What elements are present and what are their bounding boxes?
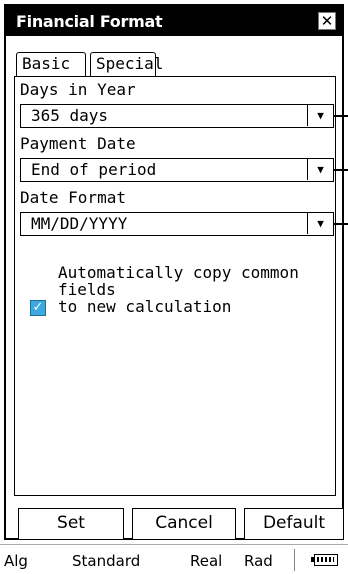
title-bar: Financial Format ✕: [6, 6, 342, 36]
date-format-select[interactable]: MM/DD/YYYY ▼: [20, 212, 334, 236]
auto-copy-checkbox[interactable]: ✓: [30, 300, 46, 316]
chevron-down-icon[interactable]: ▼: [307, 105, 333, 126]
default-button[interactable]: Default: [244, 508, 344, 540]
days-in-year-select[interactable]: 365 days ▼: [20, 104, 334, 128]
payment-date-label: Payment Date: [20, 134, 136, 153]
status-angle[interactable]: Rad: [244, 552, 273, 570]
close-icon[interactable]: ✕: [318, 12, 336, 30]
dialog-title: Financial Format: [16, 12, 163, 31]
date-format-value: MM/DD/YYYY: [31, 214, 128, 233]
pointer-line: [334, 115, 348, 117]
cancel-button[interactable]: Cancel: [132, 508, 236, 540]
payment-date-value: End of period: [31, 160, 157, 179]
auto-copy-label-line1: Automatically copy common fields: [58, 263, 299, 299]
pointer-line: [334, 169, 348, 171]
pointer-line: [334, 223, 348, 225]
tab-special[interactable]: Special: [90, 52, 163, 76]
status-number[interactable]: Real: [190, 552, 222, 570]
status-bar: Alg Standard Real Rad: [0, 544, 348, 574]
status-display[interactable]: Standard: [72, 552, 140, 570]
status-mode[interactable]: Alg: [4, 552, 28, 570]
tab-basic[interactable]: Basic: [16, 52, 86, 76]
financial-format-dialog: Financial Format ✕ Basic Special Days in…: [4, 4, 348, 540]
status-divider: [294, 549, 295, 571]
days-in-year-value: 365 days: [31, 106, 109, 125]
chevron-down-icon[interactable]: ▼: [307, 213, 333, 234]
date-format-label: Date Format: [20, 188, 126, 207]
set-button[interactable]: Set: [18, 508, 124, 540]
auto-copy-label[interactable]: Automatically copy common fields to new …: [58, 264, 328, 315]
battery-level: [317, 557, 334, 562]
payment-date-select[interactable]: End of period ▼: [20, 158, 334, 182]
battery-icon: [311, 554, 338, 566]
chevron-down-icon[interactable]: ▼: [307, 159, 333, 180]
auto-copy-label-line2: to new calculation: [58, 297, 232, 316]
days-in-year-label: Days in Year: [20, 80, 136, 99]
